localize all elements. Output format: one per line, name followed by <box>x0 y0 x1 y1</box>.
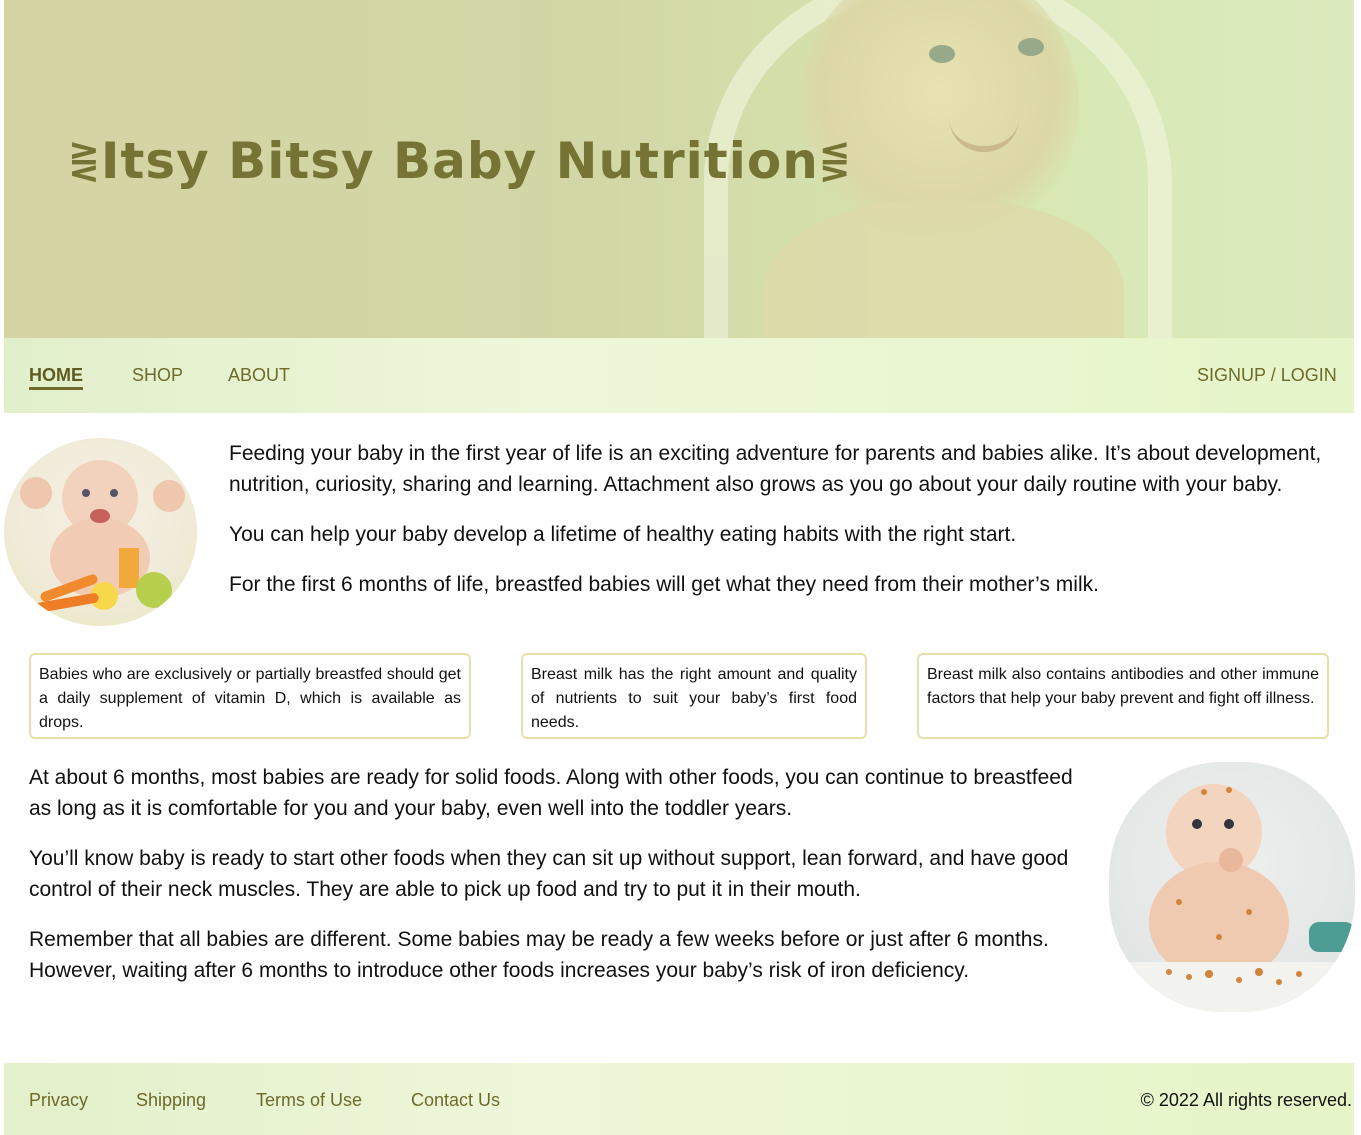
footer-link-terms[interactable]: Terms of Use <box>256 1090 362 1111</box>
info-card-antibodies: Breast milk also contains antibodies and… <box>917 653 1329 739</box>
nav-item-shop[interactable]: SHOP <box>132 365 183 386</box>
title-decoration-left-icon: ⋛ <box>68 139 101 183</box>
main-nav: HOME SHOP ABOUT SIGNUP / LOGIN <box>4 338 1354 413</box>
info-card-vitamin-d: Babies who are exclusively or partially … <box>29 653 471 739</box>
intro-paragraph: Feeding your baby in the first year of l… <box>229 442 1322 496</box>
baby-eating-illustration <box>1109 784 1355 1012</box>
baby-eating-image <box>1109 762 1355 1012</box>
nav-item-home[interactable]: HOME <box>29 365 83 390</box>
info-card-nutrients: Breast milk has the right amount and qua… <box>521 653 867 739</box>
copyright-text: © 2022 All rights reserved. <box>1140 1090 1352 1110</box>
site-footer: Privacy Shipping Terms of Use Contact Us… <box>4 1063 1354 1135</box>
intro-paragraph: You can help your baby develop a lifetim… <box>229 523 1017 546</box>
baby-with-fruit-illustration <box>20 460 185 613</box>
solid-foods-paragraph: At about 6 months, most babies are ready… <box>29 766 1073 820</box>
hero-baby-eye <box>1018 38 1044 56</box>
signup-login-link[interactable]: SIGNUP / LOGIN <box>1197 365 1337 386</box>
title-decoration-right-icon: ⋚ <box>818 139 852 183</box>
solid-foods-paragraph: You’ll know baby is ready to start other… <box>29 847 1069 901</box>
footer-link-shipping[interactable]: Shipping <box>136 1090 206 1111</box>
intro-text: Feeding your baby in the first year of l… <box>229 438 1339 600</box>
footer-link-contact[interactable]: Contact Us <box>411 1090 500 1111</box>
site-title: ⋛Itsy Bitsy Baby Nutrition⋚ <box>68 132 852 190</box>
hero-baby-eye <box>929 45 955 63</box>
nav-item-about[interactable]: ABOUT <box>228 365 290 386</box>
footer-link-privacy[interactable]: Privacy <box>29 1090 88 1111</box>
baby-with-fruit-image <box>4 438 197 626</box>
hero-banner: ⋛Itsy Bitsy Baby Nutrition⋚ <box>4 0 1354 338</box>
solid-foods-paragraph: Remember that all babies are different. … <box>29 928 1049 982</box>
solid-foods-text: At about 6 months, most babies are ready… <box>29 762 1079 986</box>
site-title-text: Itsy Bitsy Baby Nutrition <box>100 132 819 190</box>
intro-paragraph: For the first 6 months of life, breastfe… <box>229 573 1099 596</box>
